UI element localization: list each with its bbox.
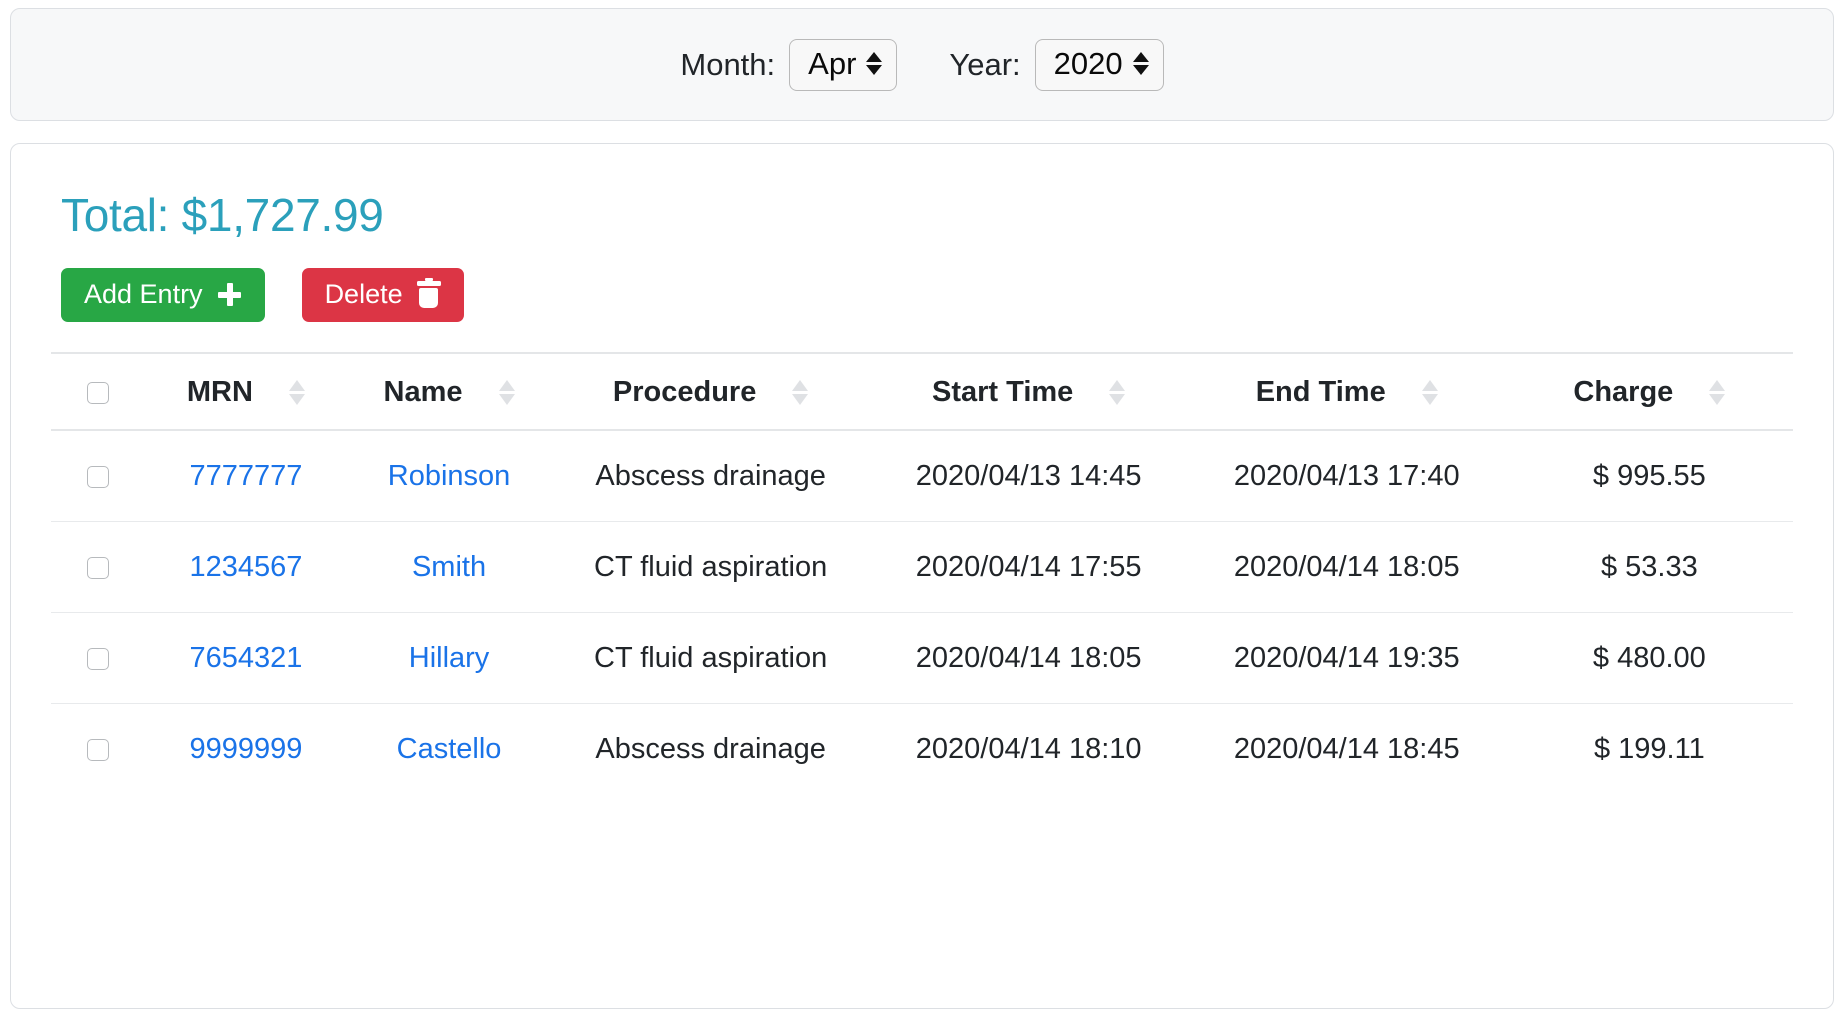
- cell-mrn: 1234567: [145, 521, 347, 613]
- mrn-link[interactable]: 1234567: [189, 551, 302, 583]
- column-header-start-time[interactable]: Start Time: [869, 352, 1188, 431]
- cell-procedure: CT fluid aspiration: [551, 612, 870, 704]
- cell-start-time: 2020/04/14 18:05: [869, 612, 1188, 704]
- trash-icon: [416, 278, 441, 308]
- sort-icon[interactable]: [288, 380, 305, 405]
- cell-charge: $ 480.00: [1505, 612, 1793, 704]
- row-checkbox[interactable]: [87, 648, 110, 671]
- sort-icon[interactable]: [498, 380, 515, 405]
- table-row: 9999999 Castello Abscess drainage 2020/0…: [51, 704, 1793, 795]
- mrn-link[interactable]: 7777777: [189, 460, 302, 492]
- cell-end-time: 2020/04/14 18:45: [1233, 733, 1460, 765]
- column-label-start-time: Start Time: [932, 376, 1074, 408]
- column-header-end-time[interactable]: End Time: [1187, 352, 1506, 431]
- row-checkbox[interactable]: [87, 466, 110, 489]
- add-entry-label: Add Entry: [84, 279, 203, 309]
- entries-table: MRN Name Procedure Start Time End Time C…: [51, 352, 1793, 794]
- cell-end-time: 2020/04/13 17:40: [1187, 430, 1506, 522]
- year-label: Year:: [949, 46, 1021, 82]
- column-header-charge[interactable]: Charge: [1505, 352, 1793, 431]
- row-select-cell: [51, 704, 145, 795]
- row-select-cell: [51, 521, 146, 613]
- column-header-procedure[interactable]: Procedure: [551, 352, 870, 431]
- cell-procedure: Abscess drainage: [551, 430, 870, 522]
- chevron-updown-icon: [866, 52, 883, 75]
- page-root: Month: Apr Year: 2020 Total: $1,727.99 A…: [0, 0, 1844, 1016]
- name-link[interactable]: Castello: [397, 733, 502, 765]
- cell-name: Castello: [346, 704, 551, 795]
- table-row: 7654321 Hillary CT fluid aspiration 2020…: [51, 612, 1793, 704]
- column-label-charge: Charge: [1573, 376, 1674, 408]
- row-checkbox[interactable]: [87, 739, 110, 762]
- column-label-mrn: MRN: [186, 376, 253, 408]
- cell-mrn: 9999999: [145, 704, 346, 795]
- cell-name: Robinson: [346, 430, 552, 522]
- name-link[interactable]: Smith: [412, 551, 486, 583]
- table-row: 7777777 Robinson Abscess drainage 2020/0…: [51, 430, 1793, 522]
- select-all-header: [51, 352, 146, 431]
- chevron-updown-icon: [1132, 52, 1149, 75]
- table-body: 7777777 Robinson Abscess drainage 2020/0…: [51, 430, 1793, 794]
- cell-charge: $ 199.11: [1593, 733, 1705, 765]
- delete-button[interactable]: Delete: [301, 268, 464, 322]
- month-select-value: Apr: [808, 45, 857, 81]
- sort-icon[interactable]: [792, 380, 809, 405]
- cell-start-time: 2020/04/13 14:45: [869, 430, 1188, 522]
- table-row: 1234567 Smith CT fluid aspiration 2020/0…: [51, 521, 1793, 613]
- cell-procedure: CT fluid aspiration: [551, 521, 870, 613]
- cell-end-time: 2020/04/14 19:35: [1187, 612, 1506, 704]
- cell-end-time: 2020/04/14 18:05: [1187, 521, 1506, 613]
- row-select-cell: [51, 612, 146, 704]
- column-label-end-time: End Time: [1255, 376, 1386, 408]
- cell-name: Hillary: [346, 612, 552, 704]
- column-header-name[interactable]: Name: [346, 352, 552, 431]
- sort-icon[interactable]: [1109, 380, 1126, 405]
- mrn-link[interactable]: 7654321: [189, 642, 302, 674]
- total-amount: Total: $1,727.99: [61, 189, 384, 241]
- month-select[interactable]: Apr: [789, 38, 898, 91]
- entries-card: Total: $1,727.99 Add Entry Delete MRN Na…: [10, 143, 1834, 1009]
- toolbar: Add Entry Delete: [61, 268, 1793, 322]
- cell-start-time: 2020/04/14 18:10: [915, 733, 1142, 765]
- sort-icon[interactable]: [1421, 380, 1438, 405]
- delete-label: Delete: [324, 279, 403, 309]
- year-select-value: 2020: [1053, 45, 1123, 81]
- name-link[interactable]: Robinson: [388, 460, 511, 492]
- filter-row: Month: Apr Year: 2020: [680, 38, 1164, 91]
- column-label-name: Name: [383, 376, 463, 408]
- row-checkbox[interactable]: [87, 557, 110, 580]
- sort-icon[interactable]: [1709, 380, 1726, 405]
- cell-charge: $ 995.55: [1505, 430, 1793, 522]
- cell-start-time: 2020/04/14 17:55: [869, 521, 1188, 613]
- row-select-cell: [51, 430, 146, 522]
- cell-name: Smith: [346, 521, 552, 613]
- select-all-checkbox[interactable]: [87, 382, 110, 405]
- filter-card: Month: Apr Year: 2020: [10, 8, 1834, 121]
- cell-charge: $ 53.33: [1505, 521, 1793, 613]
- cell-mrn: 7654321: [145, 612, 347, 704]
- year-select[interactable]: 2020: [1034, 38, 1164, 91]
- cell-procedure: Abscess drainage: [595, 733, 826, 765]
- cell-mrn: 7777777: [145, 430, 347, 522]
- mrn-link[interactable]: 9999999: [189, 733, 302, 765]
- table-header-row: MRN Name Procedure Start Time End Time C…: [51, 352, 1793, 431]
- column-label-procedure: Procedure: [612, 376, 757, 408]
- column-header-mrn[interactable]: MRN: [145, 352, 347, 431]
- plus-icon: [217, 282, 242, 307]
- name-link[interactable]: Hillary: [409, 642, 490, 674]
- month-label: Month:: [680, 46, 776, 82]
- add-entry-button[interactable]: Add Entry: [61, 268, 265, 322]
